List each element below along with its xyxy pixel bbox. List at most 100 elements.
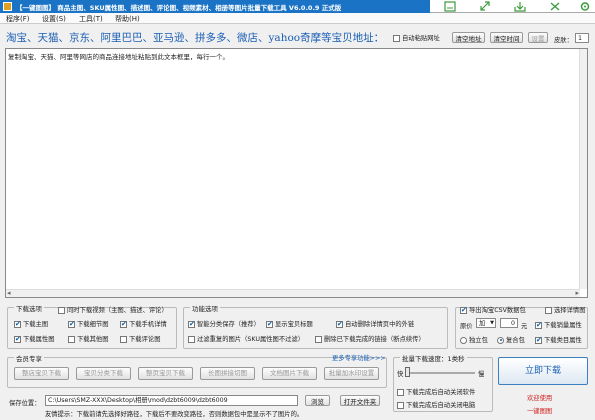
auto-paste-label: 自动粘贴网址 — [402, 35, 440, 42]
restore-button[interactable] — [470, 0, 500, 13]
checkbox-box[interactable] — [315, 335, 322, 343]
download-mobile-checkbox[interactable]: 下载手机详情 — [120, 319, 167, 328]
checkbox-box[interactable] — [120, 335, 127, 343]
radio-circle[interactable] — [497, 336, 504, 344]
long-image-button[interactable]: 长图拼接切图 — [200, 367, 255, 380]
gear-icon — [580, 2, 590, 11]
document-download-button[interactable]: 文档图片下载 — [262, 367, 317, 380]
checkbox-box[interactable] — [535, 336, 542, 344]
app-icon — [3, 2, 12, 11]
settings-button[interactable]: 设置 — [528, 32, 548, 43]
smart-category-label: 智能分类保存（推荐） — [197, 321, 260, 328]
price-value-input[interactable]: 0 — [500, 318, 518, 328]
export-csv-checkbox[interactable]: 导出淘宝CSV数据包 — [460, 305, 526, 314]
download-class-label: 下载类目属性 — [544, 337, 582, 344]
close-button[interactable] — [540, 0, 570, 13]
speed-slow-label: 慢 — [478, 371, 485, 378]
checkbox-box[interactable] — [336, 320, 343, 328]
merge-package-label: 复合包 — [506, 337, 525, 344]
title-tools — [430, 0, 595, 13]
watermark-button[interactable]: 批量加水印设置 — [324, 367, 379, 380]
sync-video-checkbox[interactable]: 同时下载视频（主图、描述、评论） — [58, 305, 168, 314]
download-main-label: 下载主图 — [23, 321, 49, 328]
merge-package-radio[interactable]: 复合包 — [497, 335, 525, 344]
checkbox-box[interactable] — [266, 320, 273, 328]
checkbox-box[interactable] — [68, 320, 75, 328]
checkbox-box[interactable] — [397, 388, 404, 396]
download-detail-label: 下载细节图 — [77, 321, 109, 328]
page-download-button[interactable]: 整页宝贝下载 — [138, 367, 193, 380]
menu-program[interactable]: 程序(F) — [6, 14, 30, 24]
price-unit-label: 元 — [521, 323, 528, 330]
download-sales-checkbox[interactable]: 下载销量属性 — [535, 320, 582, 329]
more-features-link[interactable]: 更多专享功能>>> — [332, 353, 386, 362]
checkbox-box[interactable] — [393, 34, 400, 42]
download-detail-checkbox[interactable]: 下载细节图 — [68, 319, 108, 328]
remove-external-links-label: 自动删除详情页中的外链 — [345, 321, 415, 328]
smart-category-checkbox[interactable]: 智能分类保存（推荐） — [188, 319, 260, 328]
price-operator-select[interactable]: 加 ▼ — [476, 318, 496, 328]
url-input-area[interactable]: 复制淘宝、天猫、阿里等网店的商品连接地址粘贴到此文本框里，每行一个。 — [5, 48, 588, 298]
delete-downloaded-label: 删除已下载完成的链接（断点续传） — [324, 336, 425, 343]
remove-external-links-checkbox[interactable]: 自动删除详情页中的外链 — [336, 319, 414, 328]
minimize-icon — [444, 1, 456, 12]
checkbox-box[interactable] — [14, 320, 21, 328]
welcome-line2: 一键图图 — [527, 408, 553, 415]
download-review-checkbox[interactable]: 下载评论图 — [120, 334, 160, 343]
auto-close-app-label: 下载完成后自动关闭软件 — [406, 389, 476, 396]
auto-paste-checkbox[interactable]: 自动粘贴网址 — [393, 33, 440, 42]
checkbox-box[interactable] — [188, 320, 195, 328]
vertical-scrollbar[interactable] — [579, 49, 587, 289]
auto-shutdown-checkbox[interactable]: 下载完成后自动关闭电脑 — [397, 400, 475, 409]
checkbox-box[interactable] — [58, 306, 65, 314]
clean-url-button[interactable]: 清空地址 — [452, 32, 485, 43]
speed-slider-thumb[interactable] — [405, 367, 410, 377]
tip-text: 友情提示：下载前请先选择好路径，下载后不要改变路径，否则数据包中是显示不了图片的… — [45, 411, 304, 418]
filter-duplicates-label: 过滤重复的图片（SKU属性图不过滤） — [197, 336, 305, 343]
close-icon — [550, 2, 560, 11]
start-download-button[interactable]: 立即下载 — [498, 357, 588, 385]
show-title-checkbox[interactable]: 显示宝贝标题 — [266, 319, 313, 328]
download-review-label: 下载评论图 — [129, 336, 161, 343]
clean-time-button[interactable]: 清空时间 — [490, 32, 523, 43]
checkbox-box[interactable] — [120, 320, 127, 328]
settings-tool-button[interactable] — [570, 0, 595, 13]
download-sales-label: 下载销量属性 — [544, 322, 582, 329]
download-other-checkbox[interactable]: 下载其他图 — [68, 334, 108, 343]
checkbox-box[interactable] — [397, 401, 404, 409]
save-path-input[interactable]: C:\Users\SMZ-XXX\Desktop\相册\mod\dzbt6009… — [45, 395, 298, 406]
menu-settings[interactable]: 设置(S) — [42, 14, 66, 24]
category-download-button[interactable]: 宝贝分类下载 — [76, 367, 131, 380]
export-csv-label: 导出淘宝CSV数据包 — [469, 307, 526, 314]
single-package-radio[interactable]: 独立包 — [460, 335, 488, 344]
checkbox-box[interactable] — [188, 335, 195, 343]
checkbox-box[interactable] — [460, 306, 467, 314]
auto-shutdown-label: 下载完成后自动关闭电脑 — [406, 402, 476, 409]
select-detail-checkbox[interactable]: 选择详情图 — [545, 305, 585, 314]
whole-store-download-button[interactable]: 整店宝贝下载 — [14, 367, 69, 380]
menu-help[interactable]: 帮助(H) — [115, 14, 140, 24]
skin-spinner[interactable]: 1 — [575, 33, 589, 43]
horizontal-scrollbar[interactable] — [6, 289, 580, 297]
supported-sites-label: 淘宝、天猫、京东、阿里巴巴、亚马逊、拼多多、微店、yahoo奇摩等宝贝地址： — [6, 32, 385, 44]
speed-slider-track[interactable] — [407, 372, 475, 374]
browse-button[interactable]: 浏览 — [305, 395, 330, 406]
radio-circle[interactable] — [460, 336, 467, 344]
update-button[interactable] — [505, 0, 535, 13]
delete-downloaded-checkbox[interactable]: 删除已下载完成的链接（断点续传） — [315, 334, 425, 343]
download-mobile-label: 下载手机详情 — [129, 321, 167, 328]
download-main-checkbox[interactable]: 下载主图 — [14, 319, 48, 328]
checkbox-box[interactable] — [545, 306, 552, 314]
checkbox-box[interactable] — [68, 335, 75, 343]
auto-close-app-checkbox[interactable]: 下载完成后自动关闭软件 — [397, 387, 475, 396]
speed-fast-label: 快 — [397, 371, 404, 378]
open-folder-button[interactable]: 打开文件夹 — [340, 395, 380, 406]
minimize-button[interactable] — [435, 0, 465, 13]
menu-tools[interactable]: 工具(T) — [79, 14, 103, 24]
download-class-checkbox[interactable]: 下载类目属性 — [535, 335, 582, 344]
filter-duplicates-checkbox[interactable]: 过滤重复的图片（SKU属性图不过滤） — [188, 334, 304, 343]
window-title: 【一键图图】 商品主图、SKU属性图、描述图、评论图、视频素材、相册等图片批量下… — [16, 4, 342, 12]
checkbox-box[interactable] — [535, 321, 542, 329]
download-attr-checkbox[interactable]: 下载属性图 — [14, 334, 54, 343]
checkbox-box[interactable] — [14, 335, 21, 343]
